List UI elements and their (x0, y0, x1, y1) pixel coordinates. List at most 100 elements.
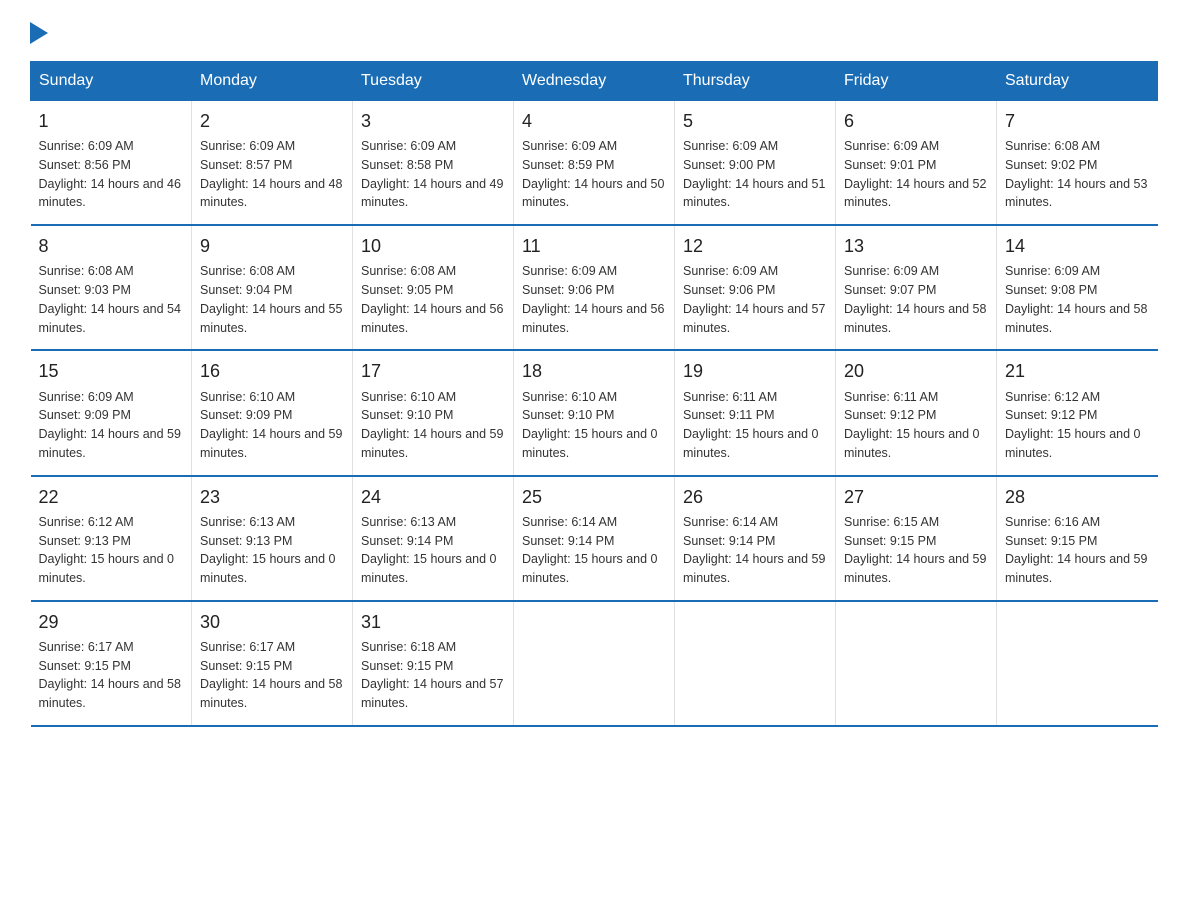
day-number: 3 (361, 109, 505, 134)
calendar-day-cell: 3 Sunrise: 6:09 AM Sunset: 8:58 PM Dayli… (353, 101, 514, 226)
header-wednesday: Wednesday (514, 62, 675, 101)
calendar-day-cell: 24 Sunrise: 6:13 AM Sunset: 9:14 PM Dayl… (353, 476, 514, 601)
day-number: 1 (39, 109, 184, 134)
day-info: Sunrise: 6:13 AM Sunset: 9:14 PM Dayligh… (361, 513, 505, 588)
day-number: 19 (683, 359, 827, 384)
day-info: Sunrise: 6:14 AM Sunset: 9:14 PM Dayligh… (683, 513, 827, 588)
day-number: 28 (1005, 485, 1150, 510)
calendar-day-cell: 15 Sunrise: 6:09 AM Sunset: 9:09 PM Dayl… (31, 350, 192, 475)
day-number: 5 (683, 109, 827, 134)
day-info: Sunrise: 6:10 AM Sunset: 9:09 PM Dayligh… (200, 388, 344, 463)
day-number: 22 (39, 485, 184, 510)
day-number: 15 (39, 359, 184, 384)
day-info: Sunrise: 6:09 AM Sunset: 9:06 PM Dayligh… (522, 262, 666, 337)
day-number: 18 (522, 359, 666, 384)
day-number: 27 (844, 485, 988, 510)
header-friday: Friday (836, 62, 997, 101)
calendar-header: SundayMondayTuesdayWednesdayThursdayFrid… (31, 62, 1158, 101)
days-of-week-row: SundayMondayTuesdayWednesdayThursdayFrid… (31, 62, 1158, 101)
calendar-day-cell: 20 Sunrise: 6:11 AM Sunset: 9:12 PM Dayl… (836, 350, 997, 475)
calendar-day-cell: 12 Sunrise: 6:09 AM Sunset: 9:06 PM Dayl… (675, 225, 836, 350)
header-tuesday: Tuesday (353, 62, 514, 101)
day-info: Sunrise: 6:17 AM Sunset: 9:15 PM Dayligh… (200, 638, 344, 713)
calendar-day-cell: 8 Sunrise: 6:08 AM Sunset: 9:03 PM Dayli… (31, 225, 192, 350)
day-info: Sunrise: 6:08 AM Sunset: 9:04 PM Dayligh… (200, 262, 344, 337)
day-info: Sunrise: 6:12 AM Sunset: 9:13 PM Dayligh… (39, 513, 184, 588)
calendar-day-cell: 14 Sunrise: 6:09 AM Sunset: 9:08 PM Dayl… (997, 225, 1158, 350)
calendar-day-cell: 13 Sunrise: 6:09 AM Sunset: 9:07 PM Dayl… (836, 225, 997, 350)
day-info: Sunrise: 6:18 AM Sunset: 9:15 PM Dayligh… (361, 638, 505, 713)
day-number: 25 (522, 485, 666, 510)
day-number: 7 (1005, 109, 1150, 134)
day-info: Sunrise: 6:16 AM Sunset: 9:15 PM Dayligh… (1005, 513, 1150, 588)
day-info: Sunrise: 6:08 AM Sunset: 9:02 PM Dayligh… (1005, 137, 1150, 212)
day-number: 23 (200, 485, 344, 510)
day-number: 6 (844, 109, 988, 134)
calendar-week-row: 15 Sunrise: 6:09 AM Sunset: 9:09 PM Dayl… (31, 350, 1158, 475)
day-info: Sunrise: 6:09 AM Sunset: 9:01 PM Dayligh… (844, 137, 988, 212)
day-number: 24 (361, 485, 505, 510)
calendar-day-cell: 4 Sunrise: 6:09 AM Sunset: 8:59 PM Dayli… (514, 101, 675, 226)
day-number: 20 (844, 359, 988, 384)
calendar-week-row: 29 Sunrise: 6:17 AM Sunset: 9:15 PM Dayl… (31, 601, 1158, 726)
day-info: Sunrise: 6:09 AM Sunset: 9:08 PM Dayligh… (1005, 262, 1150, 337)
calendar-day-cell: 21 Sunrise: 6:12 AM Sunset: 9:12 PM Dayl… (997, 350, 1158, 475)
day-info: Sunrise: 6:09 AM Sunset: 8:56 PM Dayligh… (39, 137, 184, 212)
day-info: Sunrise: 6:10 AM Sunset: 9:10 PM Dayligh… (522, 388, 666, 463)
calendar-day-cell (997, 601, 1158, 726)
day-number: 11 (522, 234, 666, 259)
day-info: Sunrise: 6:15 AM Sunset: 9:15 PM Dayligh… (844, 513, 988, 588)
header-sunday: Sunday (31, 62, 192, 101)
calendar-day-cell (836, 601, 997, 726)
day-info: Sunrise: 6:09 AM Sunset: 9:09 PM Dayligh… (39, 388, 184, 463)
day-number: 16 (200, 359, 344, 384)
calendar-day-cell: 26 Sunrise: 6:14 AM Sunset: 9:14 PM Dayl… (675, 476, 836, 601)
day-info: Sunrise: 6:17 AM Sunset: 9:15 PM Dayligh… (39, 638, 184, 713)
day-info: Sunrise: 6:10 AM Sunset: 9:10 PM Dayligh… (361, 388, 505, 463)
day-info: Sunrise: 6:11 AM Sunset: 9:12 PM Dayligh… (844, 388, 988, 463)
calendar-day-cell: 10 Sunrise: 6:08 AM Sunset: 9:05 PM Dayl… (353, 225, 514, 350)
calendar-table: SundayMondayTuesdayWednesdayThursdayFrid… (30, 61, 1158, 727)
calendar-day-cell: 1 Sunrise: 6:09 AM Sunset: 8:56 PM Dayli… (31, 101, 192, 226)
day-number: 17 (361, 359, 505, 384)
calendar-day-cell: 23 Sunrise: 6:13 AM Sunset: 9:13 PM Dayl… (192, 476, 353, 601)
calendar-day-cell: 18 Sunrise: 6:10 AM Sunset: 9:10 PM Dayl… (514, 350, 675, 475)
calendar-day-cell: 31 Sunrise: 6:18 AM Sunset: 9:15 PM Dayl… (353, 601, 514, 726)
calendar-body: 1 Sunrise: 6:09 AM Sunset: 8:56 PM Dayli… (31, 101, 1158, 726)
day-info: Sunrise: 6:08 AM Sunset: 9:03 PM Dayligh… (39, 262, 184, 337)
calendar-day-cell: 25 Sunrise: 6:14 AM Sunset: 9:14 PM Dayl… (514, 476, 675, 601)
calendar-day-cell: 2 Sunrise: 6:09 AM Sunset: 8:57 PM Dayli… (192, 101, 353, 226)
day-number: 9 (200, 234, 344, 259)
calendar-week-row: 22 Sunrise: 6:12 AM Sunset: 9:13 PM Dayl… (31, 476, 1158, 601)
day-number: 14 (1005, 234, 1150, 259)
day-info: Sunrise: 6:09 AM Sunset: 8:57 PM Dayligh… (200, 137, 344, 212)
day-info: Sunrise: 6:11 AM Sunset: 9:11 PM Dayligh… (683, 388, 827, 463)
day-number: 8 (39, 234, 184, 259)
header-saturday: Saturday (997, 62, 1158, 101)
day-info: Sunrise: 6:09 AM Sunset: 8:58 PM Dayligh… (361, 137, 505, 212)
page-header (30, 20, 1158, 46)
logo (30, 20, 48, 46)
day-number: 29 (39, 610, 184, 635)
calendar-day-cell: 27 Sunrise: 6:15 AM Sunset: 9:15 PM Dayl… (836, 476, 997, 601)
calendar-day-cell: 28 Sunrise: 6:16 AM Sunset: 9:15 PM Dayl… (997, 476, 1158, 601)
calendar-day-cell: 19 Sunrise: 6:11 AM Sunset: 9:11 PM Dayl… (675, 350, 836, 475)
day-number: 21 (1005, 359, 1150, 384)
day-info: Sunrise: 6:13 AM Sunset: 9:13 PM Dayligh… (200, 513, 344, 588)
day-number: 31 (361, 610, 505, 635)
calendar-day-cell: 9 Sunrise: 6:08 AM Sunset: 9:04 PM Dayli… (192, 225, 353, 350)
day-number: 30 (200, 610, 344, 635)
calendar-day-cell: 30 Sunrise: 6:17 AM Sunset: 9:15 PM Dayl… (192, 601, 353, 726)
header-monday: Monday (192, 62, 353, 101)
logo-arrow-icon (30, 22, 48, 48)
calendar-day-cell: 29 Sunrise: 6:17 AM Sunset: 9:15 PM Dayl… (31, 601, 192, 726)
calendar-day-cell: 22 Sunrise: 6:12 AM Sunset: 9:13 PM Dayl… (31, 476, 192, 601)
calendar-day-cell (675, 601, 836, 726)
day-number: 10 (361, 234, 505, 259)
day-info: Sunrise: 6:09 AM Sunset: 8:59 PM Dayligh… (522, 137, 666, 212)
calendar-day-cell: 5 Sunrise: 6:09 AM Sunset: 9:00 PM Dayli… (675, 101, 836, 226)
calendar-week-row: 8 Sunrise: 6:08 AM Sunset: 9:03 PM Dayli… (31, 225, 1158, 350)
day-number: 26 (683, 485, 827, 510)
day-info: Sunrise: 6:14 AM Sunset: 9:14 PM Dayligh… (522, 513, 666, 588)
day-info: Sunrise: 6:09 AM Sunset: 9:07 PM Dayligh… (844, 262, 988, 337)
